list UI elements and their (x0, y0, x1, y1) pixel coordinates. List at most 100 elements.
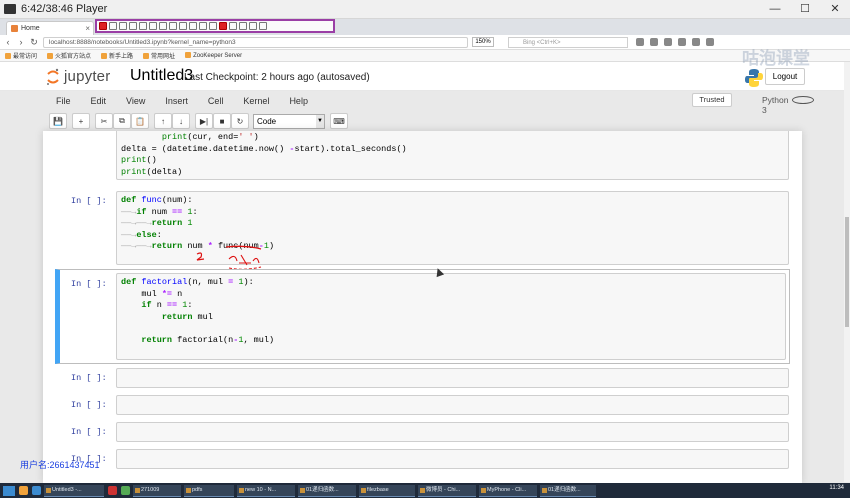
page-scrollbar[interactable] (844, 62, 850, 482)
screenshot-icon[interactable] (199, 22, 207, 30)
text-icon[interactable] (159, 22, 167, 30)
jupyter-menubar: File Edit View Insert Cell Kernel Help T… (46, 91, 814, 115)
start-icon[interactable] (3, 485, 15, 496)
taskbar-item[interactable]: 01递归函数... (298, 484, 356, 497)
stroke-width-icon[interactable] (229, 22, 237, 30)
code-cell[interactable]: In [ ]: (55, 421, 790, 442)
library-icon[interactable] (650, 38, 658, 46)
app-icon[interactable] (108, 486, 117, 495)
cut-icon[interactable]: ✂ (95, 113, 113, 129)
pencil-icon[interactable] (109, 22, 117, 30)
code-editor[interactable] (116, 395, 789, 415)
move-up-icon[interactable]: ↑ (154, 113, 172, 129)
restart-icon[interactable]: ↻ (231, 113, 249, 129)
trusted-indicator[interactable]: Trusted (692, 93, 732, 107)
code-editor[interactable]: print(cur, end=' ') delta = (datetime.da… (116, 131, 789, 180)
copy-icon[interactable]: ⧉ (113, 113, 131, 129)
search-input[interactable]: Bing <Ctrl+K> (508, 36, 628, 48)
reload-button[interactable]: ↻ (29, 37, 39, 48)
code-cell[interactable]: In [ ]: (55, 448, 790, 469)
menu-file[interactable]: File (46, 96, 81, 106)
star-icon[interactable] (636, 38, 644, 46)
redo-icon[interactable] (249, 22, 257, 30)
bookmark-item[interactable]: 新手上路 (101, 51, 133, 60)
taskbar-item[interactable]: filezbase (359, 484, 415, 497)
tab-close-icon[interactable]: × (85, 22, 90, 35)
close-button[interactable]: ✕ (820, 0, 850, 19)
clear-icon[interactable] (189, 22, 197, 30)
code-line: return factorial(n-1, mul) (141, 334, 275, 345)
player-title-bar: 6:42/38:46 Player — ☐ ✕ (0, 0, 850, 19)
highlighter-icon[interactable] (169, 22, 177, 30)
home-icon[interactable] (678, 38, 686, 46)
code-cell-selected[interactable]: In [ ]: def factorial(n, mul = 1): mul *… (55, 269, 790, 364)
bookmark-item[interactable]: 火狐官方站点 (47, 51, 91, 60)
undo-icon[interactable] (239, 22, 247, 30)
code-line: ——→——→return 1 (121, 218, 193, 228)
taskbar-item[interactable]: 01递归函数... (540, 484, 596, 497)
menu-insert[interactable]: Insert (155, 96, 198, 106)
bookmark-item[interactable]: ZooKeeper Server (185, 52, 242, 59)
code-line: def func(num): (121, 195, 193, 205)
app-icon[interactable] (121, 486, 130, 495)
save-icon[interactable]: 💾 (49, 113, 67, 129)
folder-icon[interactable] (19, 486, 28, 495)
cell-type-select[interactable]: Code ▼ (253, 113, 325, 129)
board-icon[interactable] (209, 22, 217, 30)
code-cell[interactable]: In [ ]: (55, 394, 790, 415)
move-down-icon[interactable]: ↓ (172, 113, 190, 129)
run-icon[interactable]: ▶| (195, 113, 213, 129)
menu-edit[interactable]: Edit (81, 96, 117, 106)
ellipse-icon[interactable] (149, 22, 157, 30)
toolbar-close-icon[interactable] (259, 22, 267, 30)
arrow-icon[interactable] (129, 22, 137, 30)
add-cell-icon[interactable]: + (72, 113, 90, 129)
username-overlay: 用户名:2661437451 (20, 460, 100, 470)
code-editor[interactable] (116, 368, 789, 388)
ie-icon[interactable] (32, 486, 41, 495)
code-cell[interactable]: In [ ]: (55, 367, 790, 388)
code-editor[interactable] (116, 422, 789, 442)
scrollbar-thumb[interactable] (845, 217, 849, 327)
menu-cell[interactable]: Cell (198, 96, 234, 106)
color-swatch-icon[interactable] (219, 22, 227, 30)
line-icon[interactable] (119, 22, 127, 30)
forward-button[interactable]: › (16, 37, 26, 47)
url-input[interactable]: localhost:8888/notebooks/Untitled3.ipynb… (43, 36, 468, 48)
minimize-button[interactable]: — (760, 0, 790, 19)
download-icon[interactable] (664, 38, 672, 46)
code-cell[interactable]: print(cur, end=' ') delta = (datetime.da… (55, 131, 790, 181)
stop-icon[interactable]: ■ (213, 113, 231, 129)
taskbar-item[interactable]: new 10 - N... (237, 484, 295, 497)
code-line: print(cur, end=' ') (161, 132, 259, 142)
bookmark-item[interactable]: 常用网址 (143, 51, 175, 60)
browser-tab-home[interactable]: Home × (6, 21, 94, 35)
taskbar-item[interactable]: 微博员 - Chi... (418, 484, 476, 497)
menu-kernel[interactable]: Kernel (233, 96, 279, 106)
menu-view[interactable]: View (116, 96, 155, 106)
window-controls: — ☐ ✕ (760, 0, 850, 19)
menu-icon[interactable] (706, 38, 714, 46)
jupyter-logo-icon[interactable] (46, 68, 60, 86)
maximize-button[interactable]: ☐ (790, 0, 820, 19)
keyboard-icon[interactable]: ⌨ (330, 113, 348, 129)
extension-icon[interactable] (692, 38, 700, 46)
taskbar-item[interactable]: pdfs (184, 484, 234, 497)
bookmark-item[interactable]: 最常访问 (5, 51, 37, 60)
taskbar-item[interactable]: MyPhone - Cli... (479, 484, 537, 497)
back-button[interactable]: ‹ (3, 37, 13, 47)
zoom-level[interactable]: 150% (472, 37, 494, 47)
code-cell[interactable]: In [ ]: def func(num): ——→if num == 1: —… (55, 190, 790, 270)
taskbar-item[interactable]: 271009 (133, 484, 181, 497)
eraser-icon[interactable] (179, 22, 187, 30)
rectangle-icon[interactable] (139, 22, 147, 30)
pen-color-icon[interactable] (99, 22, 107, 30)
taskbar-item[interactable]: Untitled3 -... (44, 484, 104, 497)
code-editor[interactable]: def factorial(n, mul = 1): mul *= n if n… (116, 273, 786, 360)
menu-help[interactable]: Help (279, 96, 318, 106)
code-editor[interactable] (116, 449, 789, 469)
paste-icon[interactable]: 📋 (131, 113, 149, 129)
jupyter-logo-text[interactable]: jupyter (64, 68, 110, 85)
logout-button[interactable]: Logout (765, 68, 805, 85)
taskbar-clock[interactable]: 11:34 (829, 485, 844, 491)
